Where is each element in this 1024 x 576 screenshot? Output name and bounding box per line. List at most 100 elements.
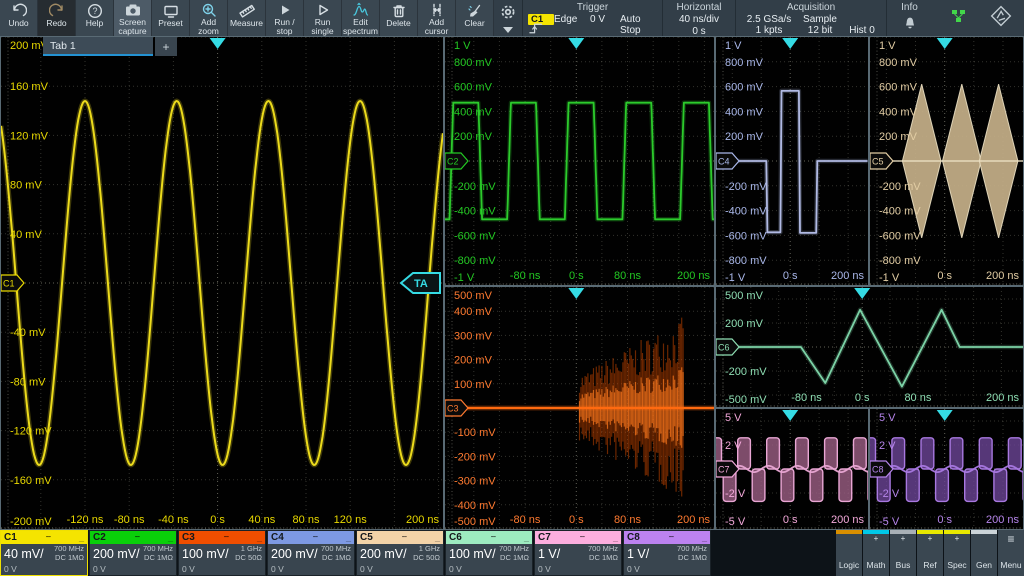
clear-button[interactable]: Clear	[456, 0, 494, 36]
gear-icon[interactable]	[499, 3, 517, 26]
svg-text:-5 V: -5 V	[725, 516, 746, 528]
channel-level-marker[interactable]: C5	[870, 153, 893, 169]
channel-badge-c6[interactable]: C6∙∙∙∙∙_100 mV/700 MHzDC 1MΩ0 V	[445, 530, 533, 576]
minimize-icon[interactable]: _	[79, 536, 84, 540]
network-status-icon[interactable]	[950, 8, 967, 29]
svg-text:800 mV: 800 mV	[454, 57, 493, 69]
add-zoom-button[interactable]: Add zoom	[190, 0, 228, 36]
minimize-icon[interactable]: _	[346, 536, 351, 540]
toolbar-buttons: UndoRedo?HelpScreen capturePresetAdd zoo…	[0, 0, 494, 36]
svg-text:200 mV: 200 mV	[454, 131, 493, 143]
help-button[interactable]: ?Help	[76, 0, 114, 36]
acquisition-mode: Sample	[797, 14, 843, 25]
svg-text:-80 ns: -80 ns	[510, 270, 541, 282]
channel-badge-c4[interactable]: C4∙∙∙∙∙_200 mV/700 MHzDC 1MΩ0 V	[267, 530, 355, 576]
chevron-down-icon[interactable]	[503, 27, 513, 33]
trigger-position-marker[interactable]	[782, 410, 798, 421]
add-cursor-button[interactable]: Add cursor	[418, 0, 456, 36]
svg-text:200 ns: 200 ns	[677, 270, 711, 282]
waveform-panel-c8[interactable]: 5 V2 V-2 V-5 V0 s200 nsC8	[869, 408, 1024, 530]
waveform-panel-c7[interactable]: 5 V2 V-2 V-5 V0 s200 nsC7	[715, 408, 869, 530]
trigger-position-marker[interactable]	[568, 38, 584, 49]
acquisition-section[interactable]: Acquisition 2.5 GSa/s Sample 1 kpts 12 b…	[735, 0, 886, 36]
mini-waveform-icon: ∙∙∙∙∙	[640, 534, 702, 541]
channel-id: C7	[538, 532, 551, 543]
mini-waveform-icon: ∙∙∙∙∙	[373, 534, 435, 541]
channel-badge-c2[interactable]: C2∙∙∙∙∙_200 mV/700 MHzDC 1MΩ0 V	[89, 530, 177, 576]
channel-level-marker[interactable]: C2	[445, 153, 468, 169]
plus-icon: +	[928, 534, 933, 544]
waveform-panel-c1[interactable]: 200 mV160 mV120 mV80 mV40 mV-40 mV-80 mV…	[0, 36, 444, 530]
minimize-icon[interactable]: _	[613, 536, 618, 540]
minimize-icon[interactable]: _	[702, 536, 707, 540]
channel-scale: 100 mV/	[449, 547, 496, 561]
add-tab-button[interactable]: +	[155, 37, 177, 56]
minimize-icon[interactable]: _	[435, 536, 440, 540]
ref-button[interactable]: +Ref	[917, 530, 943, 576]
svg-text:0 s: 0 s	[783, 514, 798, 526]
waveform-panel-c6[interactable]: 500 mV200 mV-200 mV-500 mV-80 ns0 s80 ns…	[715, 286, 1024, 408]
math-button[interactable]: +Math	[863, 530, 889, 576]
menu-button[interactable]: ≡Menu	[998, 530, 1024, 576]
channel-badge-c8[interactable]: C8∙∙∙∙∙_1 V/700 MHzDC 1MΩ0 V	[623, 530, 711, 576]
channel-badge-c3[interactable]: C3∙∙∙∙∙_100 mV/1 GHzDC 50Ω0 V	[178, 530, 266, 576]
trigger-position-marker[interactable]	[854, 288, 870, 299]
waveform-panel-c4[interactable]: 1 V800 mV600 mV400 mV200 mV-200 mV-400 m…	[715, 36, 869, 286]
trigger-section[interactable]: Trigger C1 Edge 0 V Auto Stop	[522, 0, 662, 36]
channel-bandwidth-coupling: 700 MHzDC 1MΩ	[499, 545, 529, 562]
bus-button[interactable]: +Bus	[890, 530, 916, 576]
channel-level-marker[interactable]: C3	[445, 400, 468, 416]
edit-spectrum-label: Edit spectrum	[342, 18, 379, 36]
channel-level-marker[interactable]: C4	[716, 153, 739, 169]
bell-icon[interactable]	[902, 15, 918, 36]
svg-text:-600 mV: -600 mV	[879, 230, 921, 242]
svg-text:500 mV: 500 mV	[725, 290, 764, 302]
svg-text:-1 V: -1 V	[879, 272, 900, 284]
channel-id: C5	[360, 532, 373, 543]
channel-offset: 0 V	[627, 564, 640, 574]
edit-spectrum-button[interactable]: Edit spectrum	[342, 0, 380, 36]
channel-header: C4∙∙∙∙∙_	[268, 531, 354, 544]
channel-badge-c1[interactable]: C1∙∙∙∙∙_40 mV/700 MHzDC 1MΩ0 V	[0, 530, 88, 576]
minimize-icon[interactable]: _	[257, 536, 262, 540]
trigger-position-marker[interactable]	[937, 38, 953, 49]
channel-level-marker[interactable]: C6	[716, 339, 739, 355]
trigger-position-marker[interactable]	[782, 38, 798, 49]
channel-badge-c7[interactable]: C7∙∙∙∙∙_1 V/700 MHzDC 1MΩ0 V	[534, 530, 622, 576]
channel-offset: 0 V	[538, 564, 551, 574]
redo-button[interactable]: Redo	[38, 0, 76, 36]
svg-text:0 s: 0 s	[569, 514, 584, 526]
trigger-position-marker[interactable]	[210, 38, 226, 49]
channel-header: C5∙∙∙∙∙_	[357, 531, 443, 544]
trigger-type: Edge	[554, 14, 590, 25]
screen-capture-button[interactable]: Screen capture	[114, 0, 152, 36]
trigger-level-marker[interactable]: TA	[401, 273, 440, 293]
waveform-panel-c2[interactable]: 1 V800 mV600 mV400 mV200 mV-200 mV-400 m…	[444, 36, 715, 286]
svg-text:-80 ns: -80 ns	[114, 514, 145, 526]
channel-level-marker[interactable]: C1	[1, 275, 24, 291]
delete-button[interactable]: Delete	[380, 0, 418, 36]
undo-button[interactable]: Undo	[0, 0, 38, 36]
waveform-panel-c3[interactable]: 500 mV400 mV300 mV200 mV100 mV-100 mV-20…	[444, 286, 715, 530]
minimize-icon[interactable]: _	[524, 536, 529, 540]
minimize-icon[interactable]: _	[168, 536, 173, 540]
run-stop-button[interactable]: Run / stop	[266, 0, 304, 36]
svg-text:-200 mV: -200 mV	[454, 451, 496, 463]
gen-button[interactable]: Gen	[971, 530, 997, 576]
measure-button[interactable]: Measure	[228, 0, 266, 36]
trigger-state: Stop	[620, 25, 654, 36]
channel-badge-c5[interactable]: C5∙∙∙∙∙_200 mV/1 GHzDC 50Ω0 V	[356, 530, 444, 576]
trigger-position-marker[interactable]	[568, 288, 584, 299]
spec-button[interactable]: +Spec	[944, 530, 970, 576]
measure-label: Measure	[230, 19, 263, 28]
waveform-panel-c5[interactable]: 1 V800 mV600 mV400 mV200 mV-200 mV-400 m…	[869, 36, 1024, 286]
tab-1[interactable]: Tab 1	[43, 37, 153, 56]
svg-text:5 V: 5 V	[725, 412, 742, 424]
horizontal-section[interactable]: Horizontal 40 ns/div 0 s	[662, 0, 735, 36]
channel-id: C6	[449, 532, 462, 543]
run-single-button[interactable]: Run single	[304, 0, 342, 36]
info-section[interactable]: Info	[886, 0, 932, 36]
preset-button[interactable]: Preset	[152, 0, 190, 36]
logic-button[interactable]: Logic	[836, 530, 862, 576]
trigger-position-marker[interactable]	[937, 410, 953, 421]
